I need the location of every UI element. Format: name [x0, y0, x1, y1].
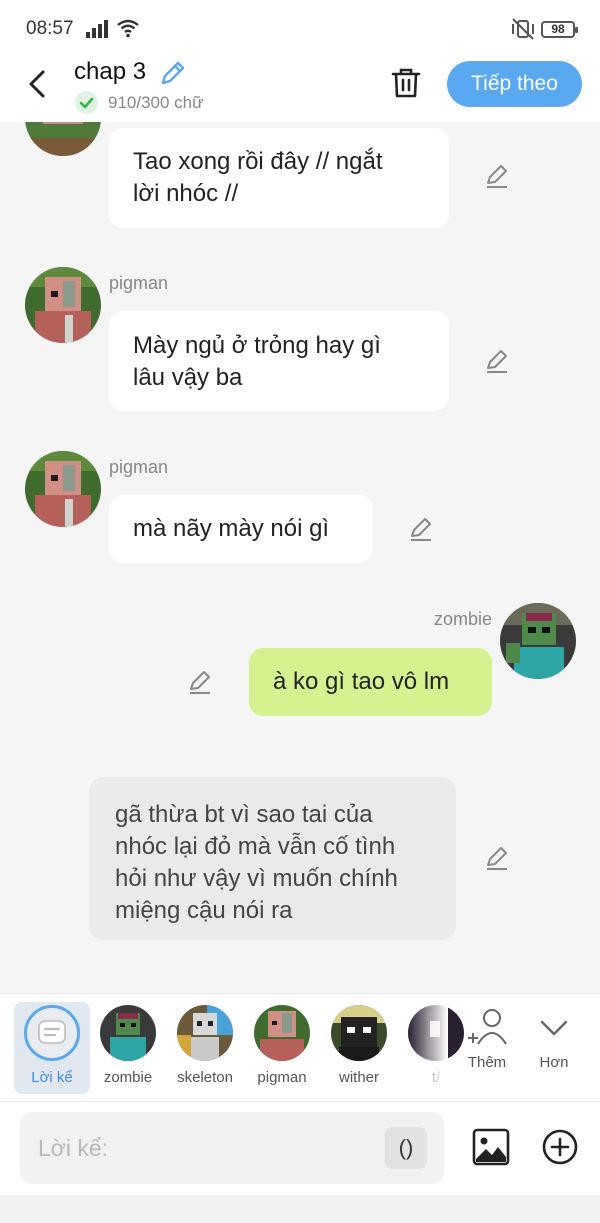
chat-area: Tao xong rồi đây // ngắt lời nhóc // pig…: [0, 122, 600, 993]
navigation-bar: [0, 1195, 600, 1223]
back-arrow-icon[interactable]: [24, 66, 54, 102]
avatar: [25, 267, 101, 343]
edit-message-icon[interactable]: [187, 669, 213, 695]
battery-icon: 98: [541, 21, 578, 38]
character-label: wither: [338, 1069, 379, 1086]
message-text: Mày ngủ ở trỏng hay gì: [133, 332, 381, 359]
character-narration[interactable]: Lời kể: [14, 1002, 90, 1094]
edit-message-icon[interactable]: [484, 348, 510, 374]
message-text: lời nhóc //: [133, 180, 239, 207]
sender-name: pigman: [109, 457, 169, 477]
wither-avatar: [331, 1005, 387, 1061]
message-bubble[interactable]: Tao xong rồi đây // ngắt lời nhóc //: [109, 128, 449, 228]
add-character-button[interactable]: Thêm: [462, 1006, 512, 1071]
character-label: pigman: [257, 1069, 307, 1086]
signal-icon: [86, 20, 108, 38]
pigman-avatar: [254, 1005, 310, 1061]
message-text: Tao xong rồi đây // ngắt: [133, 148, 383, 175]
narration-icon: [24, 1005, 80, 1061]
character-label: Lời kể: [31, 1069, 73, 1086]
check-icon: [75, 91, 98, 114]
avatar: [25, 122, 101, 156]
message-bubble[interactable]: mà nãy mày nói gì: [109, 495, 373, 563]
message-input[interactable]: [38, 1112, 378, 1184]
page-title: chap 3: [74, 58, 147, 85]
input-container: (): [20, 1112, 444, 1184]
message-bubble[interactable]: Mày ngủ ở trỏng hay gì lâu vậy ba: [109, 311, 449, 411]
character-label: zombie: [103, 1069, 153, 1086]
message-text: lâu vậy ba: [133, 364, 243, 391]
status-bar: 08:57 98: [0, 0, 600, 56]
edit-message-icon[interactable]: [408, 516, 434, 542]
character-pigman[interactable]: pigman: [244, 1002, 320, 1094]
header-bar: chap 3 910/300 chữ Tiếp theo: [0, 56, 600, 122]
edit-message-icon[interactable]: [484, 163, 510, 189]
parenthesis-button[interactable]: (): [385, 1127, 427, 1169]
chevron-down-icon: [540, 1020, 568, 1036]
scroll-fade: [408, 994, 448, 1102]
status-time: 08:57: [26, 18, 74, 39]
character-skeleton[interactable]: skeleton: [167, 1002, 243, 1094]
narration-bubble[interactable]: gã thừa bt vì sao tai của nhóc lại đỏ mà…: [89, 777, 456, 940]
message-text: à ko gì tao vô lm: [273, 668, 450, 695]
narration-text: nhóc lại đỏ mà vẫn cố tình: [115, 833, 396, 860]
message-text: mà nãy mày nói gì: [133, 515, 330, 542]
next-button[interactable]: Tiếp theo: [447, 61, 582, 107]
narration-text: miệng cậu nói ra: [115, 897, 293, 924]
sender-name: pigman: [109, 273, 169, 293]
word-count: 910/300 chữ: [108, 93, 204, 112]
edit-title-icon[interactable]: [158, 58, 188, 88]
character-selector: Lời kể zombie skeleton pigman wither Thê…: [0, 993, 600, 1102]
avatar: [500, 603, 576, 679]
skeleton-avatar: [177, 1005, 233, 1061]
zombie-avatar: [100, 1005, 156, 1061]
image-icon[interactable]: [472, 1128, 510, 1166]
add-circle-icon[interactable]: [541, 1128, 579, 1166]
character-zombie[interactable]: zombie: [90, 1002, 166, 1094]
more-label: Hơn: [539, 1054, 569, 1071]
message-bubble[interactable]: à ko gì tao vô lm: [249, 648, 492, 716]
avatar: [25, 451, 101, 527]
character-label: skeleton: [177, 1069, 233, 1086]
narration-text: gã thừa bt vì sao tai của: [115, 801, 373, 828]
more-button[interactable]: Hơn: [533, 1006, 575, 1071]
wifi-icon: [117, 19, 139, 38]
input-bar: (): [0, 1101, 600, 1195]
add-person-icon: [468, 1009, 507, 1045]
edit-message-icon[interactable]: [484, 845, 510, 871]
character-wither[interactable]: wither: [321, 1002, 397, 1094]
sender-name: zombie: [433, 609, 492, 629]
narration-text: hỏi như vậy vì muốn chính: [115, 865, 398, 892]
mute-vibrate-icon: [512, 18, 534, 40]
trash-icon[interactable]: [389, 66, 423, 100]
add-character-label: Thêm: [467, 1054, 507, 1071]
